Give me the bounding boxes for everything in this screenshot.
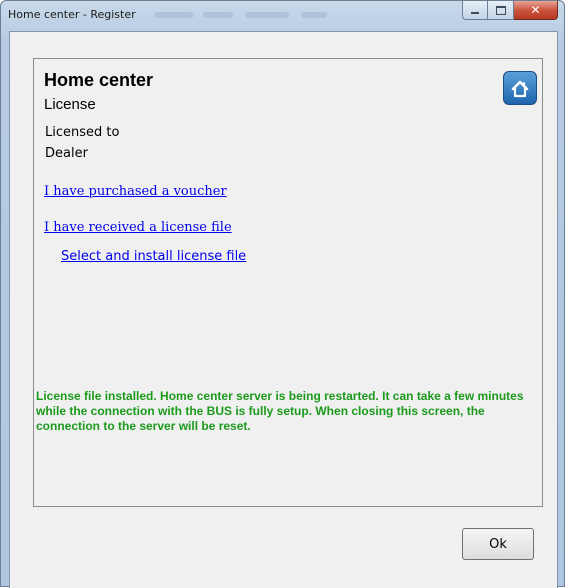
window-title: Home center - Register xyxy=(8,8,136,21)
maximize-button[interactable] xyxy=(488,1,514,20)
register-window: Home center - Register ✕ Home center Lic… xyxy=(0,0,565,588)
licensed-to-label: Licensed to xyxy=(45,125,120,140)
title-bar[interactable]: Home center - Register ✕ xyxy=(1,1,564,31)
minimize-icon xyxy=(471,12,479,14)
status-message: License file installed. Home center serv… xyxy=(36,389,524,433)
background-menu-blur xyxy=(203,12,233,18)
licensee-name: Dealer xyxy=(45,146,88,161)
close-icon: ✕ xyxy=(530,3,541,17)
ok-button[interactable]: Ok xyxy=(462,528,534,560)
close-button[interactable]: ✕ xyxy=(514,1,558,20)
background-menu-blur xyxy=(245,12,289,18)
section-title: License xyxy=(44,96,96,113)
license-panel: Home center License Licensed to Dealer I… xyxy=(33,58,543,507)
window-controls: ✕ xyxy=(462,1,558,21)
background-menu-blur xyxy=(301,12,327,18)
ok-button-label: Ok xyxy=(489,536,507,552)
select-install-license-link[interactable]: Select and install license file xyxy=(61,249,246,264)
home-glyph xyxy=(511,80,529,98)
received-license-file-link[interactable]: I have received a license file xyxy=(44,220,232,235)
minimize-button[interactable] xyxy=(462,1,488,20)
maximize-icon xyxy=(495,5,506,15)
purchased-voucher-link[interactable]: I have purchased a voucher xyxy=(44,184,227,199)
background-menu-blur xyxy=(154,12,194,18)
app-name: Home center xyxy=(44,70,154,90)
window-client-area: Home center License Licensed to Dealer I… xyxy=(9,31,558,588)
home-icon xyxy=(503,71,537,105)
